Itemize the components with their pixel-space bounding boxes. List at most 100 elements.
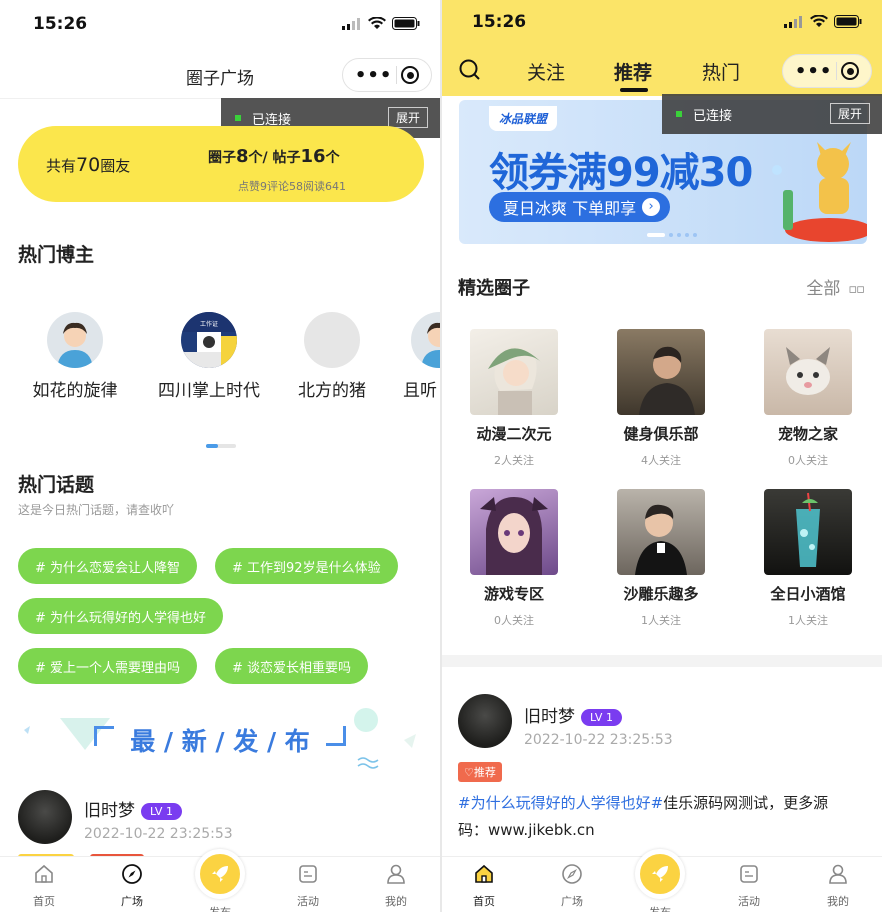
activity-icon [299, 865, 317, 883]
circle-name: 动漫二次元 [476, 425, 552, 443]
tab-home-label: 首页 [473, 895, 495, 908]
avatar [304, 312, 360, 368]
level-badge: LV 1 [581, 708, 622, 726]
tab-mine[interactable]: 我的 [366, 863, 426, 909]
tab-bar: 首页 广场 发布 活动 我的 [442, 849, 882, 912]
wifi-icon [368, 17, 386, 29]
topic-tag[interactable]: # 谈恋爱长相重要吗 [215, 648, 369, 684]
blogger-name: 四川掌上时代 [158, 381, 260, 401]
blogger-item[interactable]: 且听 [403, 312, 440, 402]
circle-name: 游戏专区 [483, 585, 544, 603]
search-icon[interactable] [458, 58, 482, 82]
banner-sub: 夏日冰爽 下单即享 › [489, 192, 671, 222]
signal-icon [342, 17, 360, 30]
avatar [18, 790, 72, 844]
tab-plaza-label: 广场 [121, 895, 143, 908]
blogger-name: 如花的旋律 [32, 381, 118, 401]
circle-item[interactable]: 沙雕乐趣多 1人关注 [606, 489, 716, 628]
topic-tag[interactable]: # 爱上一个人需要理由吗 [18, 648, 198, 684]
more-icon[interactable]: ••• [795, 61, 833, 82]
mini-program-capsule[interactable]: ••• [782, 54, 872, 88]
carousel-indicator [206, 444, 236, 448]
thumb-icon: ♡ [464, 766, 474, 779]
circle-post-count: 圈子8个/ 帖子16个 [208, 146, 340, 167]
circle-followers: 2人关注 [494, 454, 534, 467]
circle-item[interactable]: 健身俱乐部 4人关注 [606, 329, 716, 468]
circle-item[interactable]: 动漫二次元 2人关注 [459, 329, 569, 468]
latest-title: 最 / 新 / 发 / 布 [130, 727, 310, 756]
left-screen: 15:26 圈子广场 ••• 已连接 展开 共有70圈友 圈子8个/ 帖子16个… [0, 0, 440, 912]
tab-plaza[interactable]: 广场 [542, 863, 602, 909]
all-circles-link[interactable]: 全部 ▫▫ [806, 274, 865, 299]
bracket-icon [326, 726, 346, 746]
tab-publish[interactable]: 发布 [630, 849, 690, 912]
home-icon [35, 864, 53, 883]
tab-publish[interactable]: 发布 [190, 849, 250, 912]
avatar: 工作证 [181, 312, 237, 368]
hot-topics-subtitle: 这是今日热门话题，请查收吖 [18, 503, 175, 517]
circle-followers: 0人关注 [494, 614, 534, 627]
tab-activity-label: 活动 [297, 895, 319, 908]
publish-button[interactable] [635, 849, 685, 899]
circle-cover [764, 489, 852, 575]
status-time: 15:26 [472, 12, 527, 32]
tab-mine[interactable]: 我的 [808, 863, 868, 909]
tab-home[interactable]: 首页 [454, 863, 514, 909]
tab-recommend[interactable]: 推荐 [614, 58, 652, 85]
wifi-icon [810, 15, 828, 27]
topic-tag[interactable]: # 为什么玩得好的人学得也好 [18, 598, 224, 634]
status-time: 15:26 [33, 14, 88, 34]
tab-plaza-label: 广场 [561, 895, 583, 908]
tab-activity[interactable]: 活动 [278, 863, 338, 909]
tab-publish-label: 发布 [190, 904, 250, 912]
hot-topics-title: 热门话题 [18, 474, 95, 496]
topic-tag[interactable]: # 为什么恋爱会让人降智 [18, 548, 198, 584]
banner-headline: 领券满99减30 [489, 150, 753, 196]
tab-plaza[interactable]: 广场 [102, 863, 162, 909]
close-target-icon[interactable] [841, 62, 860, 80]
circle-cover [764, 329, 852, 415]
avatar [47, 312, 103, 368]
connection-status: 已连接 [252, 112, 292, 128]
mini-program-capsule[interactable]: ••• [342, 58, 432, 92]
avatar [411, 312, 440, 368]
circle-item[interactable]: 宠物之家 0人关注 [753, 329, 863, 468]
tab-follow[interactable]: 关注 [527, 58, 565, 85]
compass-icon [562, 864, 582, 884]
rocket-icon [212, 866, 228, 882]
blogger-item[interactable]: 工作证 四川掌上时代 [139, 312, 279, 401]
tab-activity[interactable]: 活动 [719, 863, 779, 909]
tab-hot[interactable]: 热门 [702, 58, 740, 85]
banner-brand: 冰品联盟 [489, 106, 558, 131]
circle-cover [617, 489, 705, 575]
close-target-icon[interactable] [401, 66, 420, 84]
tab-bar: 首页 广场 发布 活动 我的 [0, 849, 440, 912]
battery-icon [392, 17, 420, 30]
ice-cream-mascot-icon [772, 142, 867, 242]
post-topic-link[interactable]: #为什么玩得好的人学得也好# [458, 794, 663, 812]
more-icon[interactable]: ••• [355, 65, 393, 86]
topic-tag[interactable]: # 工作到92岁是什么体验 [215, 548, 398, 584]
avatar [458, 694, 512, 748]
circle-cover [617, 329, 705, 415]
battery-icon [834, 15, 862, 28]
status-bar: 15:26 [442, 0, 882, 48]
expand-button[interactable]: 展开 [829, 103, 870, 124]
user-icon [829, 864, 847, 884]
tab-activity-label: 活动 [738, 895, 760, 908]
tab-home[interactable]: 首页 [14, 863, 74, 909]
circle-item[interactable]: 全日小酒馆 1人关注 [753, 489, 863, 628]
post-item[interactable]: 旧时梦 LV 1 2022-10-22 23:25:53 ♡推荐 #为什么玩得好的… [458, 694, 868, 844]
circle-item[interactable]: 游戏专区 0人关注 [459, 489, 569, 628]
compass-icon [122, 864, 142, 884]
blogger-name: 且听 [403, 381, 437, 401]
circle-cover [470, 329, 558, 415]
expand-button[interactable]: 展开 [387, 107, 428, 128]
hot-bloggers-title: 热门博主 [18, 244, 95, 266]
connection-banner: 已连接 展开 [662, 94, 882, 134]
blogger-item[interactable]: 北方的猪 [262, 312, 402, 401]
summary-card: 共有70圈友 圈子8个/ 帖子16个 点赞9评论58阅读641 [18, 126, 424, 202]
circle-followers: 4人关注 [641, 454, 681, 467]
blogger-item[interactable]: 如花的旋律 [5, 312, 145, 401]
publish-button[interactable] [195, 849, 245, 899]
